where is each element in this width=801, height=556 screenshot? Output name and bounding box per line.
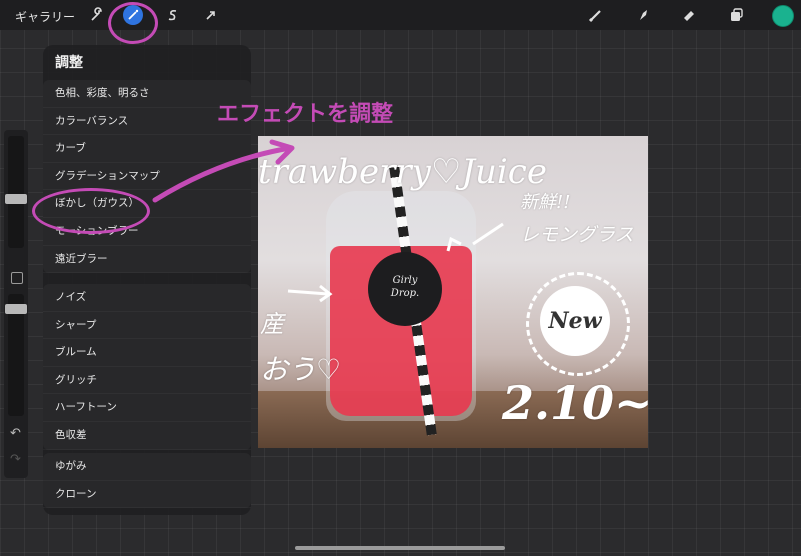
layers-icon[interactable] bbox=[726, 5, 746, 25]
menu-item-halftone[interactable]: ハーフトーン bbox=[43, 394, 251, 422]
left-sidebar: ↶ ↷ bbox=[4, 130, 28, 478]
menu-item-chromatic-aberration[interactable]: 色収差 bbox=[43, 422, 251, 450]
brush-icon[interactable] bbox=[586, 5, 606, 25]
gallery-button[interactable]: ギャラリー bbox=[15, 8, 75, 25]
undo-icon[interactable]: ↶ bbox=[10, 426, 21, 441]
doodle-arrows bbox=[287, 222, 504, 303]
transform-arrow-icon[interactable] bbox=[201, 5, 221, 25]
annotation-text: エフェクトを調整 bbox=[217, 102, 394, 127]
menu-title: 調整 bbox=[55, 55, 83, 71]
menu-item-sharpen[interactable]: シャープ bbox=[43, 312, 251, 340]
artwork-canvas[interactable]: Girly Drop. trawberry♡Juice 新鮮!! レモングラス N… bbox=[258, 136, 648, 448]
redo-icon[interactable]: ↷ bbox=[10, 452, 21, 467]
brush-size-thumb[interactable] bbox=[5, 194, 27, 204]
menu-item-perspective-blur[interactable]: 遠近ブラー bbox=[43, 246, 251, 274]
smudge-icon[interactable] bbox=[633, 5, 653, 25]
wrench-icon[interactable] bbox=[87, 5, 107, 25]
menu-group-3: ゆがみ クローン bbox=[43, 453, 251, 509]
brush-size-slider[interactable] bbox=[5, 136, 27, 248]
selection-s-icon[interactable] bbox=[163, 5, 183, 25]
menu-item-clone[interactable]: クローン bbox=[43, 481, 251, 509]
annotation-arrow bbox=[152, 139, 295, 203]
opacity-slider[interactable] bbox=[5, 294, 27, 416]
menu-group-2: ノイズ シャープ ブルーム グリッチ ハーフトーン 色収差 bbox=[43, 284, 251, 450]
color-swatch[interactable] bbox=[772, 5, 794, 27]
highlight-circle-tool bbox=[108, 2, 158, 44]
home-indicator bbox=[295, 546, 505, 550]
highlight-circle-blur bbox=[32, 188, 150, 234]
top-toolbar: ギャラリー bbox=[0, 0, 801, 44]
opacity-thumb[interactable] bbox=[5, 304, 27, 314]
menu-item-glitch[interactable]: グリッチ bbox=[43, 367, 251, 395]
eraser-icon[interactable] bbox=[679, 5, 699, 25]
menu-item-liquify[interactable]: ゆがみ bbox=[43, 453, 251, 481]
menu-item-bloom[interactable]: ブルーム bbox=[43, 339, 251, 367]
modify-button[interactable] bbox=[11, 272, 23, 284]
menu-item-noise[interactable]: ノイズ bbox=[43, 284, 251, 312]
